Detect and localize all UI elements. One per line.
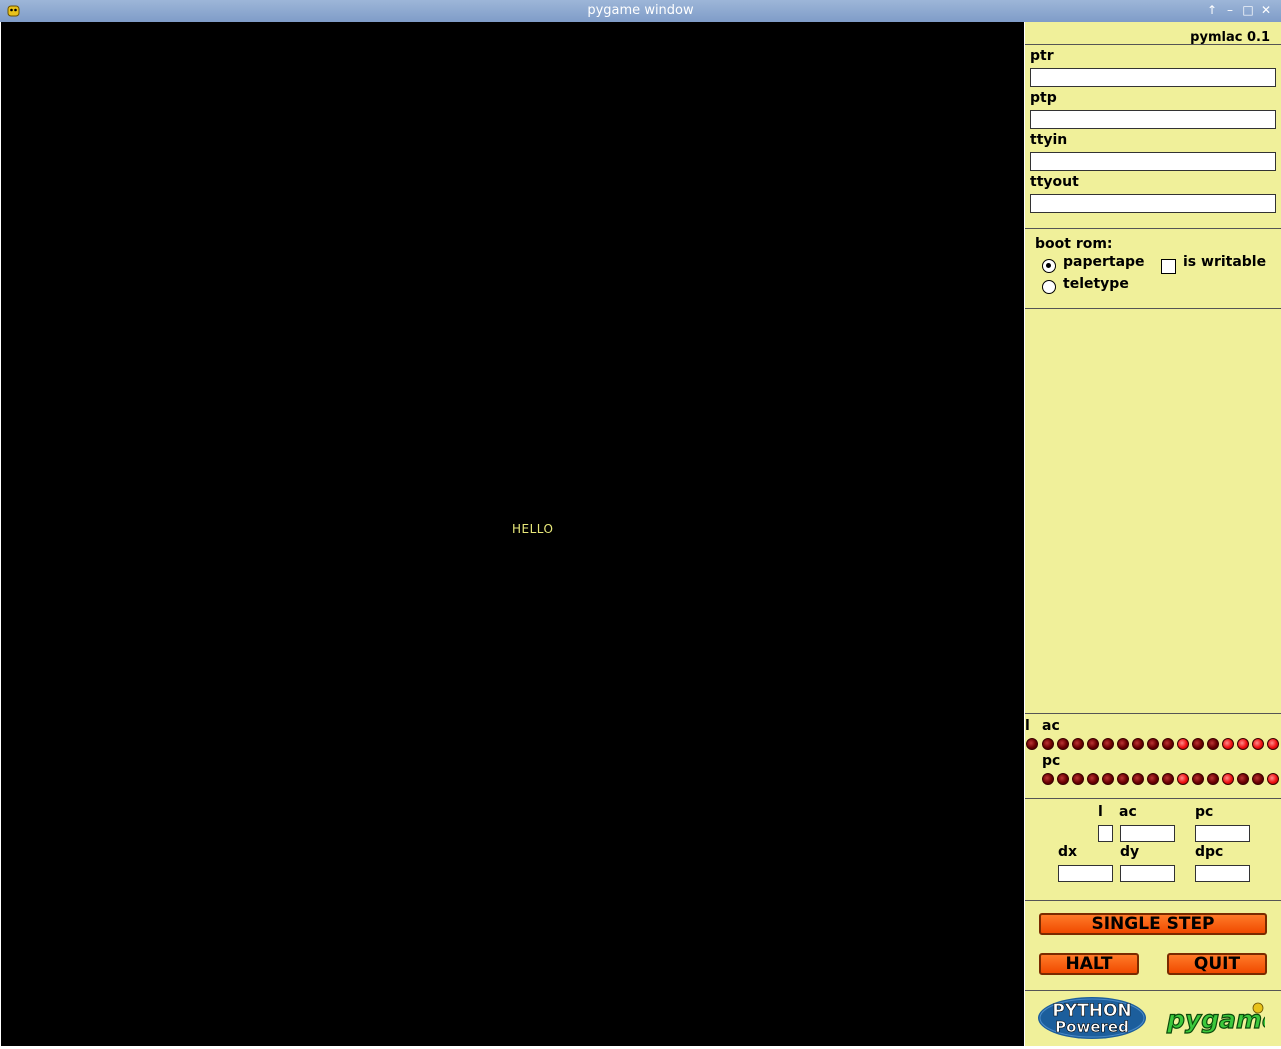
lights-l-label: l — [1025, 718, 1030, 734]
ac-bit-led — [1267, 738, 1279, 750]
is-writable-checkbox[interactable] — [1161, 259, 1176, 274]
reg-dx-label: dx — [1058, 844, 1078, 860]
ac-bit-led — [1207, 738, 1219, 750]
ac-bit-led — [1057, 738, 1069, 750]
ac-bit-led — [1042, 738, 1054, 750]
reg-l-field[interactable] — [1098, 825, 1113, 842]
window-title: pygame window — [587, 3, 694, 18]
ac-bit-led — [1177, 738, 1189, 750]
pc-bit-led — [1162, 773, 1174, 785]
pc-bit-led — [1087, 773, 1099, 785]
ttyout-label: ttyout — [1030, 174, 1079, 190]
ptp-label: ptp — [1030, 90, 1057, 106]
pc-bit-led — [1192, 773, 1204, 785]
ptr-field[interactable] — [1030, 68, 1276, 87]
reg-dpc-field[interactable] — [1195, 865, 1250, 882]
pc-bit-led — [1237, 773, 1249, 785]
ac-bit-led — [1147, 738, 1159, 750]
l-bit-led — [1026, 738, 1038, 750]
pc-bit-led — [1117, 773, 1129, 785]
reg-dx-field[interactable] — [1058, 865, 1113, 882]
reg-pc-field[interactable] — [1195, 825, 1250, 842]
maximize-icon[interactable]: □ — [1240, 2, 1256, 19]
ac-bit-led — [1237, 738, 1249, 750]
close-icon[interactable]: ✕ — [1258, 2, 1274, 19]
pc-bit-led — [1147, 773, 1159, 785]
ac-bit-led — [1087, 738, 1099, 750]
ptp-field[interactable] — [1030, 110, 1276, 129]
ptr-label: ptr — [1030, 48, 1054, 64]
reg-l-label: l — [1098, 804, 1103, 820]
pc-bit-led — [1252, 773, 1264, 785]
teletype-label: teletype — [1063, 276, 1129, 292]
papertape-radio[interactable] — [1042, 259, 1056, 273]
single-step-button[interactable]: SINGLE STEP — [1039, 913, 1267, 935]
ac-bit-led — [1252, 738, 1264, 750]
keep-above-icon[interactable]: ↑ — [1204, 2, 1220, 19]
pygame-logo-text: pygame — [1166, 1005, 1265, 1034]
reg-dpc-label: dpc — [1195, 844, 1224, 860]
halt-button[interactable]: HALT — [1039, 953, 1139, 975]
divider — [1025, 44, 1281, 45]
control-panel: pymlac 0.1 ptr ptp ttyin ttyout boot rom… — [1025, 22, 1281, 1046]
pc-bit-led — [1042, 773, 1054, 785]
pc-bit-led — [1267, 773, 1279, 785]
ttyout-field[interactable] — [1030, 194, 1276, 213]
divider — [1025, 228, 1281, 229]
quit-button[interactable]: QUIT — [1167, 953, 1267, 975]
papertape-label: papertape — [1063, 254, 1145, 270]
reg-ac-label: ac — [1119, 804, 1137, 820]
ttyin-label: ttyin — [1030, 132, 1068, 148]
lights-ac-label: ac — [1042, 718, 1060, 734]
window-title-bar: pygame window ↑ – □ ✕ — [0, 0, 1281, 22]
divider — [1025, 308, 1281, 309]
app-version: pymlac 0.1 — [1190, 30, 1270, 45]
pc-bit-led — [1072, 773, 1084, 785]
lights-pc-label: pc — [1042, 753, 1061, 769]
ac-bit-led — [1192, 738, 1204, 750]
pygame-logo: pygame — [1165, 1002, 1265, 1034]
pc-bit-led — [1057, 773, 1069, 785]
python-powered-logo: PYTHON Powered — [1038, 997, 1146, 1039]
divider — [1025, 900, 1281, 901]
reg-pc-label: pc — [1195, 804, 1214, 820]
ac-bit-led — [1162, 738, 1174, 750]
ac-bit-led — [1072, 738, 1084, 750]
pc-bit-led — [1177, 773, 1189, 785]
divider — [1025, 990, 1281, 991]
divider — [1025, 713, 1281, 714]
pc-bit-led — [1222, 773, 1234, 785]
ttyin-field[interactable] — [1030, 152, 1276, 171]
reg-dy-field[interactable] — [1120, 865, 1175, 882]
teletype-radio[interactable] — [1042, 280, 1056, 294]
pc-bit-led — [1132, 773, 1144, 785]
display-screen: HELLO — [1, 22, 1024, 1046]
ac-bit-led — [1102, 738, 1114, 750]
ac-bit-led — [1132, 738, 1144, 750]
screen-text: HELLO — [512, 522, 554, 536]
boot-rom-label: boot rom: — [1035, 236, 1113, 252]
ac-bit-led — [1222, 738, 1234, 750]
python-logo-line2: Powered — [1055, 1018, 1129, 1036]
pc-bit-led — [1102, 773, 1114, 785]
divider — [1025, 798, 1281, 799]
is-writable-label: is writable — [1183, 254, 1267, 270]
reg-dy-label: dy — [1120, 844, 1140, 860]
reg-ac-field[interactable] — [1120, 825, 1175, 842]
ac-bit-led — [1117, 738, 1129, 750]
minimize-icon[interactable]: – — [1222, 2, 1238, 19]
pc-bit-led — [1207, 773, 1219, 785]
